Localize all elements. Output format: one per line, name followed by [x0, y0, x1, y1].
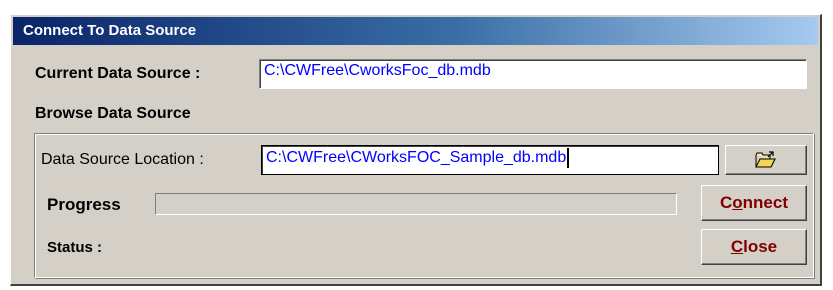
text-caret [567, 148, 570, 168]
current-source-label: Current Data Source : [35, 65, 201, 82]
connect-label: Connect [719, 193, 788, 212]
current-source-value: C:\CWFree\CworksFoc_db.mdb [264, 62, 491, 79]
current-source-field: C:\CWFree\CworksFoc_db.mdb [259, 59, 807, 89]
close-button[interactable]: Close [701, 229, 807, 265]
title-bar: Connect To Data Source [13, 17, 818, 45]
connect-dialog: Connect To Data Source Current Data Sour… [10, 14, 822, 286]
browse-folder-button[interactable] [725, 145, 807, 175]
progress-bar [155, 193, 677, 215]
open-folder-icon [755, 151, 776, 168]
location-label: Data Source Location : [41, 151, 204, 168]
connect-button[interactable]: Connect [701, 185, 807, 221]
browse-heading: Browse Data Source [35, 105, 191, 122]
close-label: Close [730, 237, 778, 256]
location-value: C:\CWFree\CWorksFOC_Sample_db.mdb [266, 149, 567, 167]
location-input[interactable]: C:\CWFree\CWorksFOC_Sample_db.mdb [261, 145, 719, 175]
window-title: Connect To Data Source [23, 22, 197, 39]
status-label: Status : [47, 239, 103, 256]
progress-label: Progress [47, 195, 121, 214]
